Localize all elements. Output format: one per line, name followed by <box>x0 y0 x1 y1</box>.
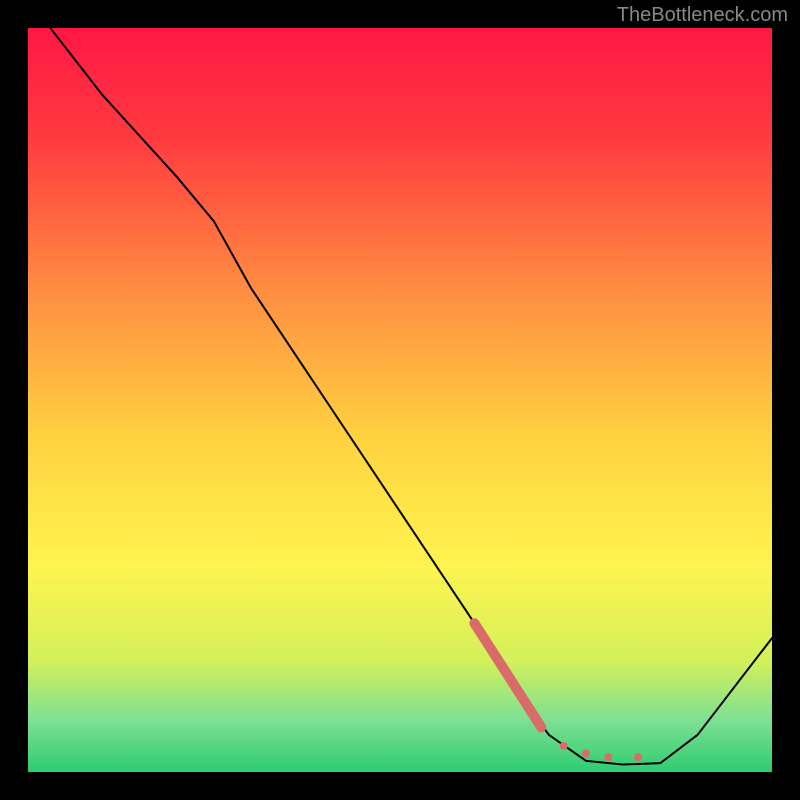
chart-container <box>28 28 772 772</box>
highlight-dot <box>634 753 642 761</box>
watermark-text: TheBottleneck.com <box>617 4 788 27</box>
highlight-dot <box>604 753 612 761</box>
chart-background <box>28 28 772 772</box>
highlight-dot <box>582 749 590 757</box>
highlight-dot <box>560 742 568 750</box>
chart-svg <box>28 28 772 772</box>
